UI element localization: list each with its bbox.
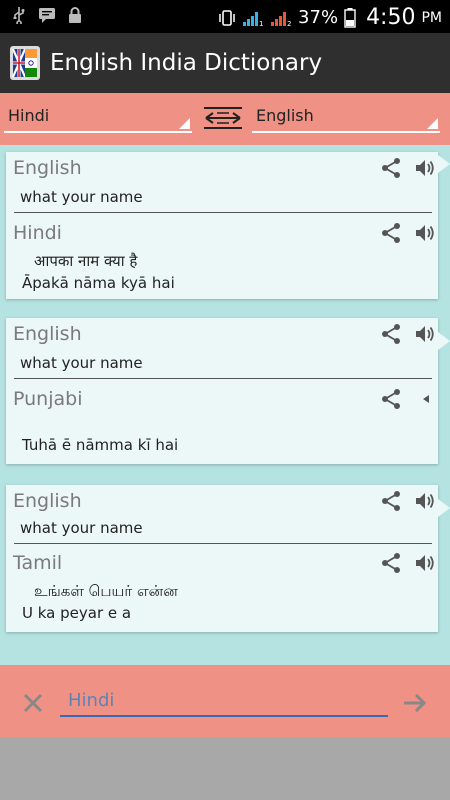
speaker-icon-small[interactable]	[414, 388, 436, 410]
target-language-label: Hindi	[13, 222, 62, 244]
app-bar: English India Dictionary	[0, 33, 450, 93]
svg-text:2: 2	[287, 20, 291, 27]
swap-arrows-icon[interactable]	[202, 104, 244, 132]
source-text: what your name	[20, 188, 143, 206]
app-title: English India Dictionary	[50, 50, 323, 76]
battery-icon	[344, 7, 356, 28]
word-input[interactable]	[60, 685, 388, 717]
native-translation: आपका नाम क्या है	[34, 252, 138, 270]
uk-india-flag-icon[interactable]	[10, 46, 40, 80]
clock-time: 4:50	[366, 5, 416, 30]
source-language-label: English	[13, 323, 82, 345]
vibrate-icon	[219, 9, 235, 26]
clock-ampm: PM	[421, 9, 442, 26]
close-icon[interactable]	[22, 692, 44, 714]
results-list: English what your name Hindi आपका नाम क्…	[0, 145, 450, 665]
battery-percent: 37%	[298, 7, 339, 28]
source-language-label: English	[13, 490, 82, 512]
share-icon[interactable]	[380, 490, 402, 512]
signal-1-icon: 1	[243, 11, 264, 27]
status-bar: 1 2 37% 4:50 PM	[0, 0, 450, 33]
share-icon[interactable]	[380, 157, 402, 179]
share-icon[interactable]	[380, 388, 402, 410]
speaker-icon[interactable]	[414, 323, 436, 345]
lock-icon	[69, 7, 81, 23]
speaker-icon[interactable]	[414, 490, 436, 512]
input-bar	[0, 665, 450, 737]
from-language-select[interactable]: Hindi	[4, 103, 192, 133]
share-icon[interactable]	[380, 552, 402, 574]
speaker-icon[interactable]	[414, 552, 436, 574]
dropdown-arrow-icon	[427, 118, 438, 129]
to-language-label: English	[256, 106, 314, 125]
source-language-label: English	[13, 157, 82, 179]
speaker-icon[interactable]	[414, 222, 436, 244]
usb-icon	[13, 7, 25, 24]
translation-card: English what your name Tamil உங்கள் பெயர…	[6, 485, 450, 632]
message-icon	[39, 8, 55, 23]
divider	[14, 543, 432, 544]
divider	[14, 378, 432, 379]
divider	[14, 212, 432, 213]
translation-card: English what your name Punjabi Tuhā ē nā…	[6, 318, 450, 464]
transliteration: Tuhā ē nāmma kī hai	[22, 436, 179, 454]
native-translation: உங்கள் பெயர் என்ன	[34, 582, 178, 600]
source-text: what your name	[20, 519, 143, 537]
target-language-label: Tamil	[13, 552, 63, 574]
share-icon[interactable]	[380, 222, 402, 244]
transliteration: Āpakā nāma kyā hai	[22, 274, 175, 292]
to-language-select[interactable]: English	[252, 103, 440, 133]
dropdown-arrow-icon	[179, 118, 190, 129]
from-language-label: Hindi	[8, 106, 50, 125]
source-text: what your name	[20, 354, 143, 372]
svg-text:1: 1	[259, 20, 263, 27]
arrow-right-icon[interactable]	[402, 692, 428, 714]
signal-2-icon: 2	[271, 11, 292, 27]
translation-card: English what your name Hindi आपका नाम क्…	[6, 152, 450, 299]
target-language-label: Punjabi	[13, 388, 83, 410]
transliteration: U ka peyar e a	[22, 604, 132, 622]
share-icon[interactable]	[380, 323, 402, 345]
speaker-icon[interactable]	[414, 157, 436, 179]
